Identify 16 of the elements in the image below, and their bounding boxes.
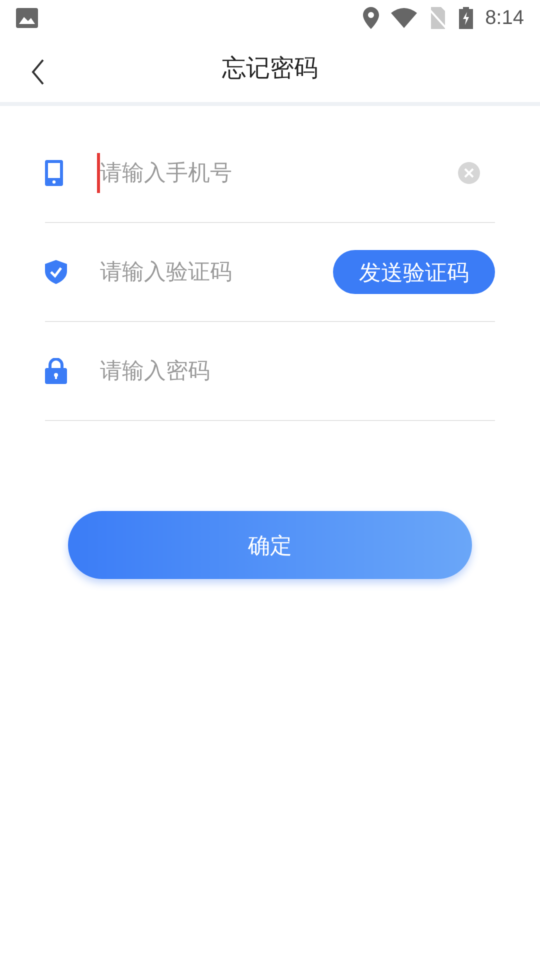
lock-icon — [45, 358, 67, 384]
page-title: 忘记密码 — [222, 54, 318, 84]
phone-icon — [45, 160, 63, 186]
send-code-button[interactable]: 发送验证码 — [333, 250, 495, 294]
status-time: 8:14 — [485, 6, 524, 31]
battery-charging-icon — [459, 7, 474, 29]
wifi-icon — [391, 8, 418, 28]
input-field[interactable]: 请输入手机号 — [97, 153, 458, 193]
input-field[interactable]: 请输入验证码 — [97, 252, 333, 292]
back-icon — [31, 59, 45, 85]
confirm-button[interactable]: 确定 — [68, 511, 472, 579]
location-icon — [363, 7, 380, 29]
input-field[interactable]: 请输入密码 — [97, 351, 495, 391]
image-icon — [16, 8, 38, 28]
shield-check-icon — [45, 260, 67, 284]
no-sim-icon — [429, 7, 448, 29]
